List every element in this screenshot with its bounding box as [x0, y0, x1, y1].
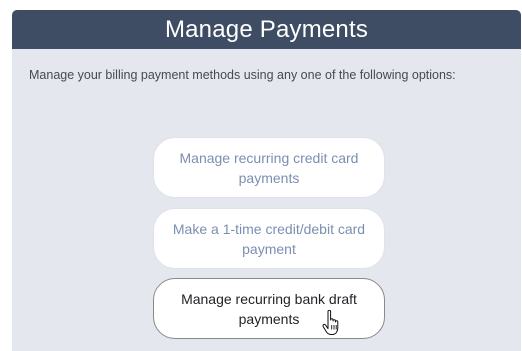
page-title: Manage Payments — [164, 16, 369, 43]
manage-recurring-bank-draft-button[interactable]: Manage recurring bank draft payments — [153, 278, 385, 339]
intro-text: Manage your billing payment methods usin… — [29, 68, 456, 82]
option-label: Make a 1-time credit/debit card payment — [172, 220, 366, 257]
one-time-card-payment-button[interactable]: Make a 1-time credit/debit card payment — [153, 208, 385, 269]
manage-payments-panel: Manage Payments Manage your billing paym… — [12, 10, 521, 351]
hand-pointer-icon — [322, 310, 339, 335]
option-label: Manage recurring credit card payments — [179, 149, 359, 186]
manage-recurring-credit-card-button[interactable]: Manage recurring credit card payments — [153, 137, 385, 198]
panel-header: Manage Payments — [12, 10, 521, 49]
